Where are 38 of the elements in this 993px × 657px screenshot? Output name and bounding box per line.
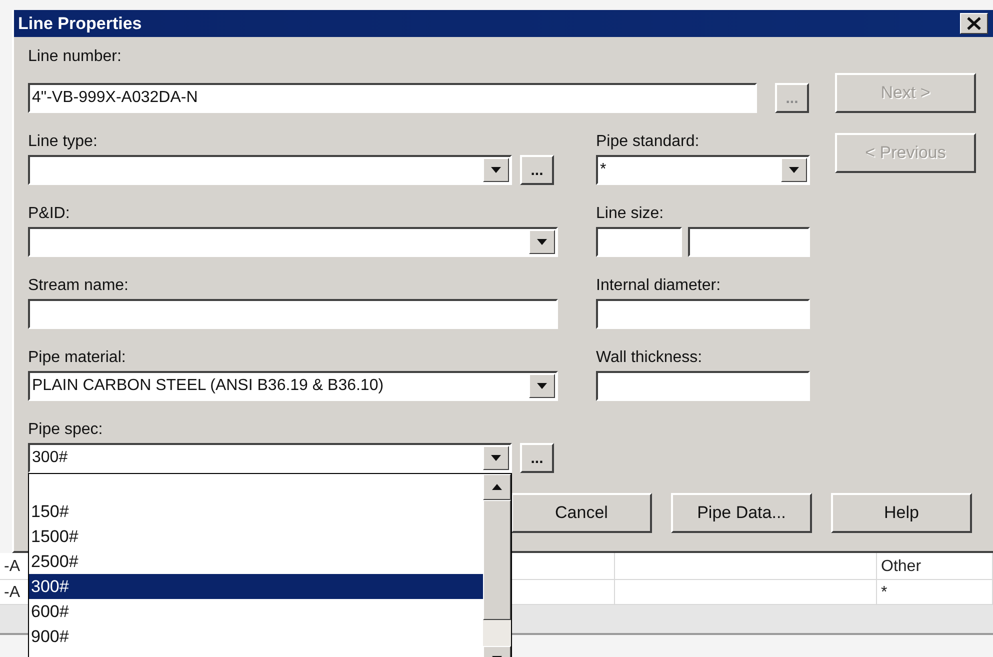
dialog-button[interactable]: Help xyxy=(831,493,972,533)
list-option[interactable]: 300# xyxy=(29,574,483,599)
text-field[interactable] xyxy=(28,299,558,329)
scrollbar[interactable] xyxy=(483,474,511,657)
dropdown-arrow-icon xyxy=(491,455,501,461)
scroll-up-icon xyxy=(492,484,502,490)
text-field[interactable] xyxy=(688,227,810,257)
field-label: Pipe standard: xyxy=(596,133,700,151)
browse-button[interactable]: ... xyxy=(520,443,554,473)
table-cell: Other xyxy=(877,553,993,580)
dropdown-arrow-icon xyxy=(537,239,547,245)
dropdown-field[interactable] xyxy=(28,227,558,257)
dialog-button[interactable]: Cancel xyxy=(511,493,652,533)
field-label: P&ID: xyxy=(28,205,71,223)
field-label: Internal diameter: xyxy=(596,277,722,295)
text-field[interactable]: 4"-VB-999X-A032DA-N xyxy=(28,83,757,113)
field-label: Line type: xyxy=(28,133,98,151)
window-title: Line Properties xyxy=(18,14,142,34)
field-label: Wall thickness: xyxy=(596,349,704,367)
browse-button[interactable]: ... xyxy=(520,155,554,185)
close-icon xyxy=(967,17,981,30)
dropdown-arrow-icon xyxy=(491,167,501,173)
field-label: Pipe spec: xyxy=(28,421,104,439)
text-field[interactable] xyxy=(596,371,810,401)
dropdown-field[interactable]: 300# xyxy=(28,443,512,473)
field-label: Line number: xyxy=(28,48,122,66)
dropdown-field[interactable]: PLAIN CARBON STEEL (ANSI B36.19 & B36.10) xyxy=(28,371,558,401)
dropdown-field[interactable]: * xyxy=(596,155,810,185)
field-label: Pipe material: xyxy=(28,349,127,367)
field-label: Stream name: xyxy=(28,277,130,295)
close-button[interactable] xyxy=(960,13,988,34)
dropdown-arrow-icon xyxy=(537,383,547,389)
dropdown-arrow-icon xyxy=(789,167,799,173)
text-field[interactable] xyxy=(596,227,682,257)
field-label: Line size: xyxy=(596,205,665,223)
dialog-button[interactable]: Pipe Data... xyxy=(671,493,812,533)
dropdown-field[interactable] xyxy=(28,155,512,185)
text-field[interactable] xyxy=(596,299,810,329)
